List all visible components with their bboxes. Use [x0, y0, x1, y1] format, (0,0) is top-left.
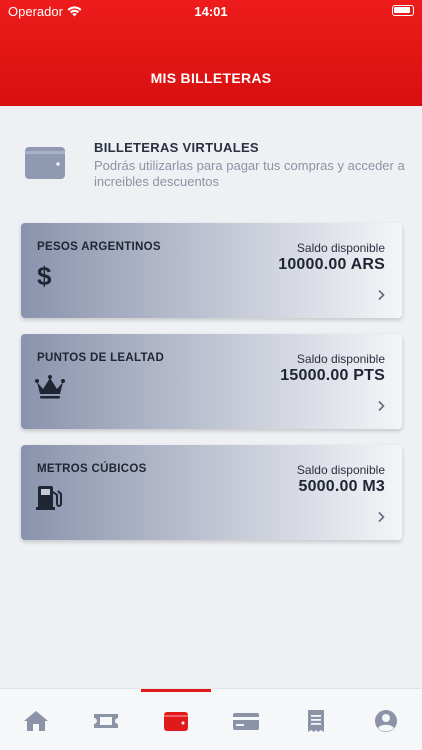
intro-title: BILLETERAS VIRTUALES [94, 140, 259, 155]
wallet-list: PESOS ARGENTINOS $ Saldo disponible 1000… [21, 223, 402, 556]
profile-icon [375, 710, 397, 732]
card-icon [233, 713, 259, 730]
intro-description: Podrás utilizarlas para pagar tus compra… [94, 158, 405, 189]
saldo-label: Saldo disponible [296, 352, 385, 366]
page-title: MIS BILLETERAS [150, 70, 272, 86]
chevron-right-icon [378, 400, 385, 412]
wallet-amount: 15000.00 PTS [280, 367, 385, 384]
saldo-label: Saldo disponible [296, 463, 385, 477]
wallet-amount: 10000.00 ARS [278, 256, 385, 273]
home-icon [24, 711, 48, 731]
status-bar: Operador 14:01 [0, 0, 422, 24]
status-time: 14:01 [194, 4, 228, 19]
wallet-icon [164, 712, 188, 731]
crown-icon [35, 375, 65, 399]
gas-pump-icon [36, 486, 62, 510]
tab-profile[interactable] [372, 709, 400, 733]
wallet-name: PUNTOS DE LEALTAD [37, 352, 165, 364]
chevron-right-icon [378, 289, 385, 301]
dollar-icon: $ [37, 261, 52, 289]
wallet-card-puntos[interactable]: PUNTOS DE LEALTAD Saldo disponible 15000… [21, 334, 402, 429]
wallet-name: PESOS ARGENTINOS [37, 241, 161, 253]
tab-cards[interactable] [232, 709, 260, 733]
receipt-icon [308, 710, 324, 732]
tab-active-indicator [141, 689, 211, 692]
chevron-right-icon [378, 511, 385, 523]
saldo-label: Saldo disponible [296, 241, 385, 255]
wallet-amount: 5000.00 M3 [298, 478, 385, 495]
battery-icon [392, 5, 414, 16]
header: Operador 14:01 MIS BILLETERAS [0, 0, 422, 106]
tab-home[interactable] [22, 709, 50, 733]
tab-bar [0, 688, 422, 750]
tab-tickets[interactable] [92, 709, 120, 733]
intro-section: BILLETERAS VIRTUALES Podrás utilizarlas … [22, 140, 412, 200]
ticket-icon [94, 714, 118, 728]
svg-text:$: $ [37, 261, 52, 289]
tab-wallets[interactable] [162, 709, 190, 733]
tab-receipts[interactable] [302, 709, 330, 733]
wallet-card-metros[interactable]: METROS CÚBICOS Saldo disponible 5000.00 … [21, 445, 402, 540]
wallet-name: METROS CÚBICOS [37, 463, 147, 475]
wallet-card-pesos[interactable]: PESOS ARGENTINOS $ Saldo disponible 1000… [21, 223, 402, 318]
wallet-icon [25, 147, 65, 179]
